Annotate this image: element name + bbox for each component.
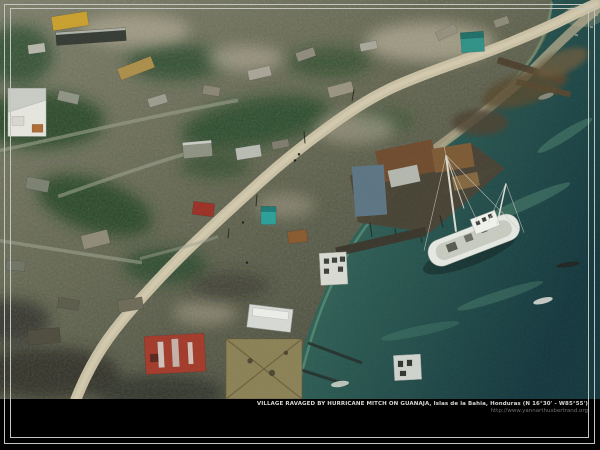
caption-url: http://www.yannarthusbertrand.org — [257, 408, 588, 415]
photo-artwork — [0, 0, 600, 399]
wallpaper-canvas: VILLAGE RAVAGED BY HURRICANE MITCH ON GU… — [0, 0, 600, 450]
caption-title: VILLAGE RAVAGED BY HURRICANE MITCH ON GU… — [257, 401, 588, 408]
aerial-photo — [0, 0, 600, 399]
photo-caption: VILLAGE RAVAGED BY HURRICANE MITCH ON GU… — [257, 401, 588, 415]
photo-grain — [0, 0, 600, 399]
